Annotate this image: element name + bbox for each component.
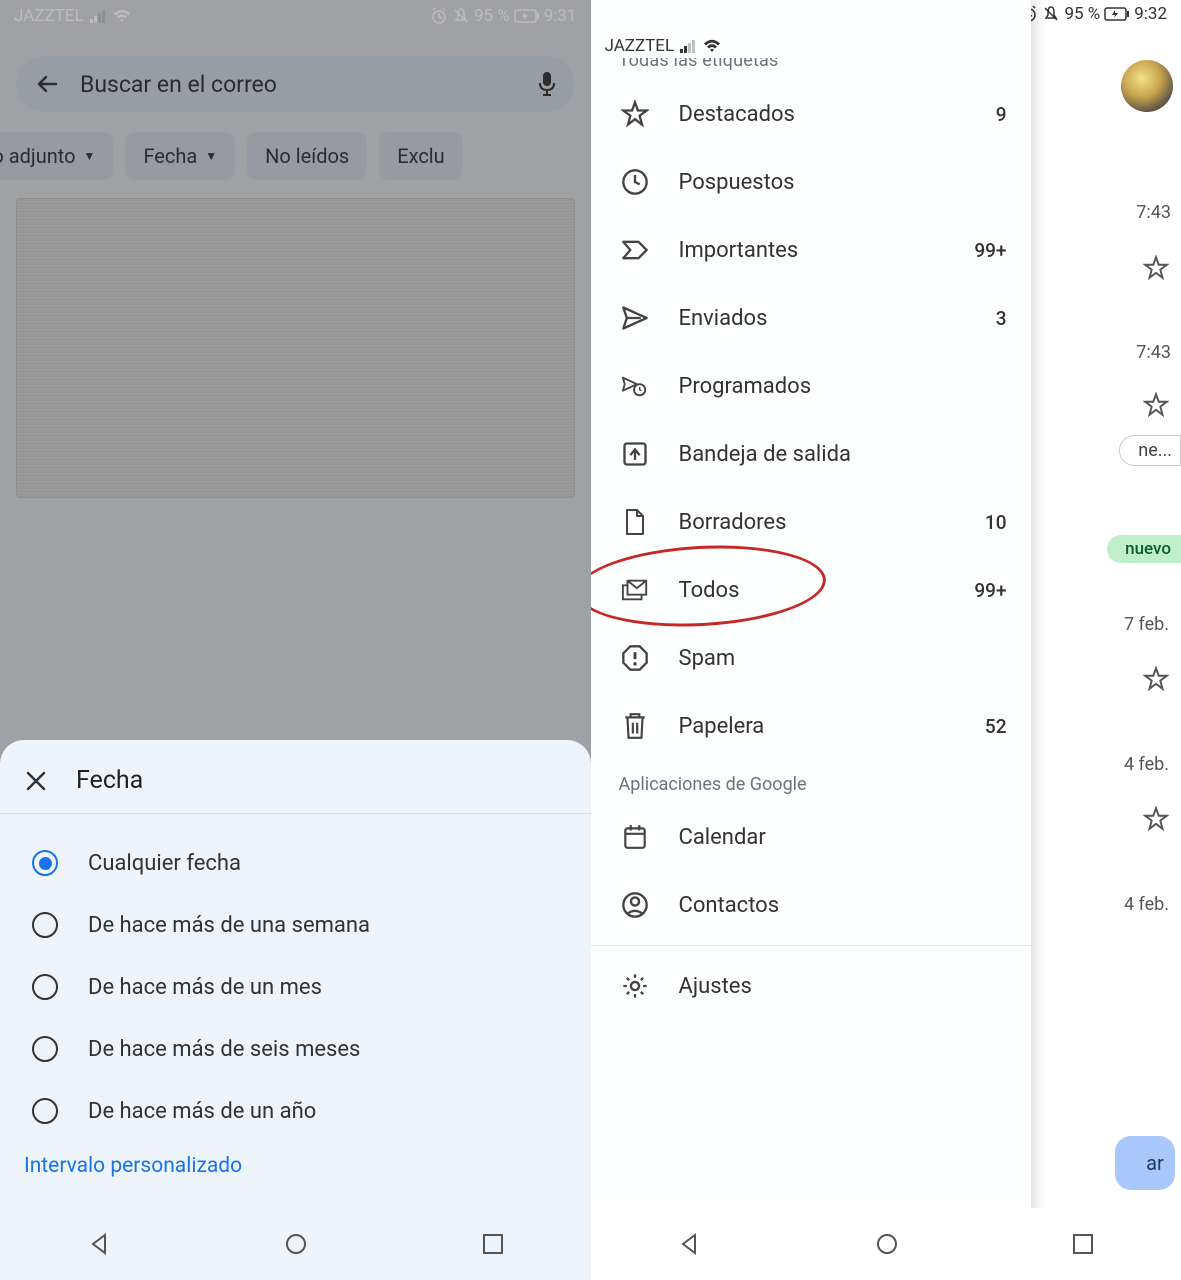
divider — [591, 945, 1031, 946]
nav-back-icon[interactable] — [87, 1232, 111, 1256]
drawer-item-calendar[interactable]: Calendar — [591, 803, 1031, 871]
drawer-item-settings[interactable]: Ajustes — [591, 952, 1031, 1020]
gear-icon — [621, 972, 649, 1000]
bg-chip-new: nuevo — [1107, 535, 1181, 563]
custom-interval-link[interactable]: Intervalo personalizado — [0, 1142, 591, 1178]
star-icon[interactable] — [1143, 806, 1169, 832]
nav-home-icon[interactable] — [875, 1232, 899, 1256]
nav-recent-icon[interactable] — [1072, 1233, 1094, 1255]
mail-date: 4 feb. — [1124, 894, 1169, 915]
battery-icon — [1104, 7, 1130, 21]
star-icon[interactable] — [1143, 666, 1169, 692]
scheduled-icon — [621, 372, 649, 400]
drawer-item-spam[interactable]: Spam — [591, 624, 1031, 692]
option-six-months[interactable]: De hace más de seis meses — [32, 1018, 567, 1080]
bg-chip-ne: ne... — [1119, 435, 1181, 466]
left-screenshot: JAZZTEL 95 % 9:31 Buscar en el — [0, 0, 591, 1280]
important-icon — [621, 236, 649, 264]
count-badge: 99+ — [974, 239, 1006, 262]
drawer-item-snoozed[interactable]: Pospuestos — [591, 148, 1031, 216]
google-apps-header: Aplicaciones de Google — [591, 760, 1031, 803]
drawer-item-trash[interactable]: Papelera 52 — [591, 692, 1031, 760]
wifi-icon — [112, 8, 132, 24]
drawer-item-important[interactable]: Importantes 99+ — [591, 216, 1031, 284]
mail-date: 4 feb. — [1124, 754, 1169, 775]
mail-time: 7:43 — [1136, 202, 1171, 223]
sheet-title: Fecha — [76, 766, 143, 795]
contacts-icon — [621, 891, 649, 919]
close-icon[interactable] — [24, 769, 48, 793]
android-nav-bar-right — [591, 1208, 1181, 1280]
count-badge: 9 — [996, 103, 1007, 126]
clock-icon — [621, 168, 649, 196]
drawer-item-starred[interactable]: Destacados 9 — [591, 80, 1031, 148]
drawer-item-sent[interactable]: Enviados 3 — [591, 284, 1031, 352]
status-bar-right: JAZZTEL — [591, 30, 1031, 58]
compose-button[interactable]: ar — [1115, 1136, 1175, 1190]
signal-icon — [90, 9, 106, 23]
time-label: 9:31 — [544, 6, 577, 26]
radio-icon — [32, 1098, 58, 1124]
count-badge: 10 — [985, 511, 1007, 534]
right-screenshot: 7:43 7:43 ne... nuevo 7 feb. 4 feb. 4 fe… — [591, 0, 1181, 1280]
status-bar-left: JAZZTEL 95 % 9:31 — [0, 0, 591, 28]
spam-icon — [621, 644, 649, 672]
nav-recent-icon[interactable] — [482, 1233, 504, 1255]
all-labels-header: Todas las etiquetas — [591, 56, 1031, 80]
star-icon[interactable] — [1143, 392, 1169, 418]
carrier-label: JAZZTEL — [14, 6, 84, 26]
wifi-icon — [702, 38, 722, 54]
radio-icon — [32, 1036, 58, 1062]
option-month[interactable]: De hace más de un mes — [32, 956, 567, 1018]
count-badge: 52 — [985, 715, 1007, 738]
option-any-date[interactable]: Cualquier fecha — [32, 832, 567, 894]
calendar-icon — [621, 823, 649, 851]
mute-icon — [452, 7, 470, 25]
carrier-label: JAZZTEL — [605, 36, 675, 56]
star-icon[interactable] — [1143, 255, 1169, 281]
nav-drawer: JAZZTEL Todas las etiquetas Destacados 9… — [591, 0, 1031, 1280]
android-nav-bar-left — [0, 1208, 591, 1280]
radio-selected-icon — [32, 850, 58, 876]
option-week[interactable]: De hace más de una semana — [32, 894, 567, 956]
drawer-item-drafts[interactable]: Borradores 10 — [591, 488, 1031, 556]
send-icon — [621, 304, 649, 332]
radio-icon — [32, 912, 58, 938]
drawer-item-all-mail[interactable]: Todos 99+ — [591, 556, 1031, 624]
mail-date: 7 feb. — [1124, 614, 1169, 635]
drawer-item-scheduled[interactable]: Programados — [591, 352, 1031, 420]
avatar[interactable] — [1121, 60, 1173, 112]
file-icon — [621, 508, 649, 536]
radio-icon — [32, 974, 58, 1000]
count-badge: 3 — [996, 307, 1007, 330]
trash-icon — [621, 712, 649, 740]
nav-back-icon[interactable] — [677, 1232, 701, 1256]
all-mail-icon — [621, 576, 649, 604]
alarm-icon — [430, 7, 448, 25]
time-label: 9:32 — [1134, 4, 1167, 24]
mute-icon — [1042, 5, 1060, 23]
signal-icon — [680, 39, 696, 53]
battery-label: 95 % — [1064, 4, 1100, 24]
outbox-icon — [621, 440, 649, 468]
option-year[interactable]: De hace más de un año — [32, 1080, 567, 1142]
battery-icon — [514, 9, 540, 23]
status-right-corner: 95 % 9:32 — [1020, 4, 1167, 24]
battery-label: 95 % — [474, 6, 510, 26]
drawer-item-contacts[interactable]: Contactos — [591, 871, 1031, 939]
mail-time: 7:43 — [1136, 342, 1171, 363]
count-badge: 99+ — [974, 579, 1006, 602]
star-icon — [621, 100, 649, 128]
nav-home-icon[interactable] — [284, 1232, 308, 1256]
drawer-item-outbox[interactable]: Bandeja de salida — [591, 420, 1031, 488]
date-filter-sheet: Fecha Cualquier fecha De hace más de una… — [0, 740, 591, 1208]
